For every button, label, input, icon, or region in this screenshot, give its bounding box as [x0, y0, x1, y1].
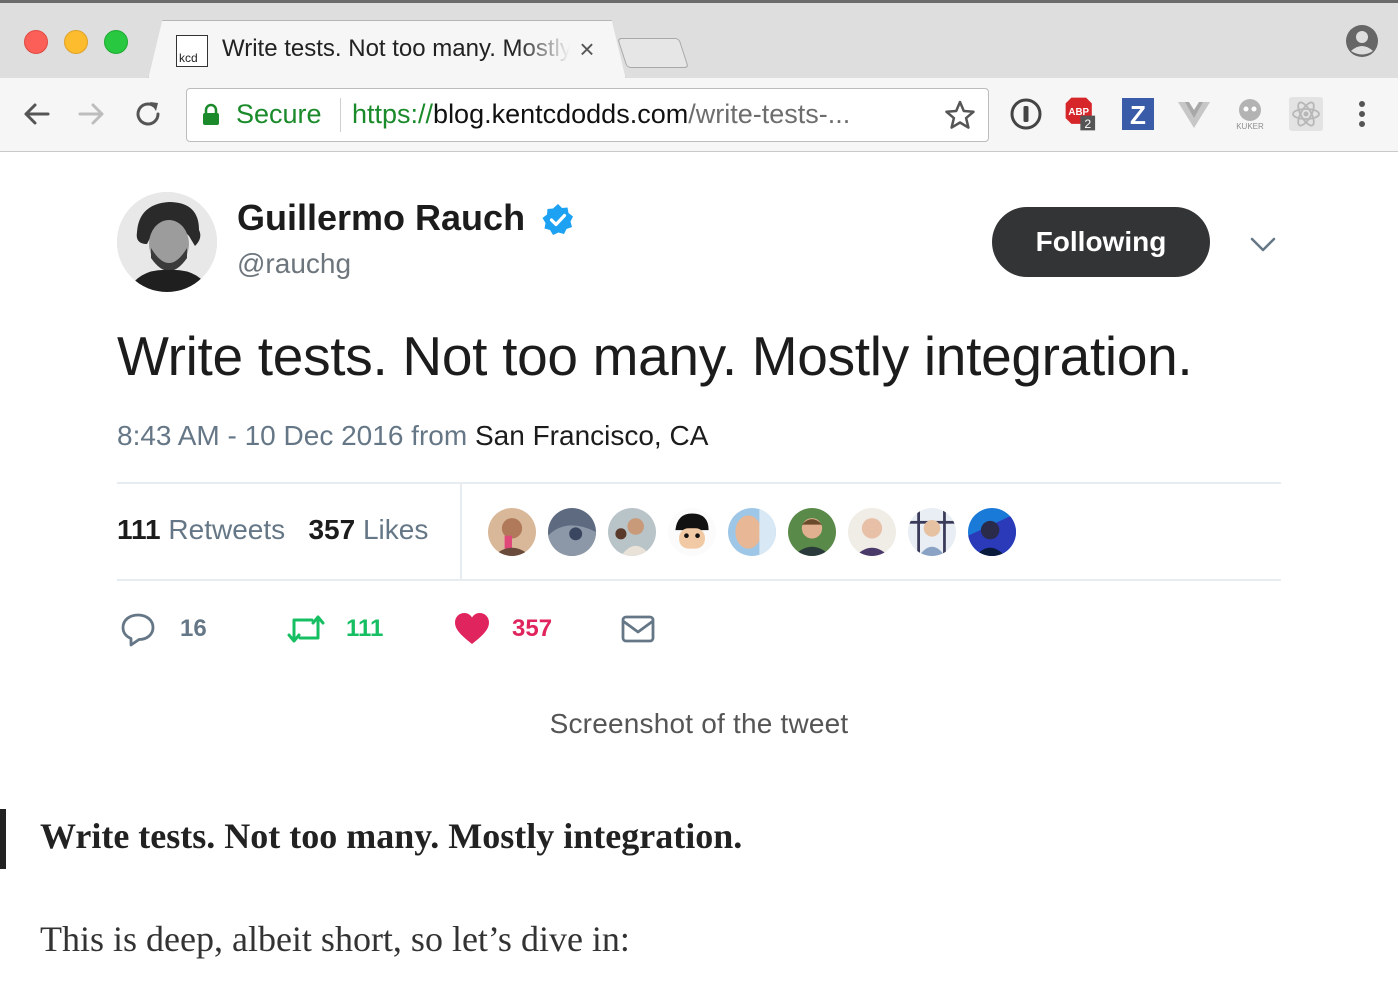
article-paragraph: This is deep, albeit short, so let’s div…: [40, 919, 630, 959]
blockquote-bar: [0, 809, 6, 869]
tweet-location[interactable]: San Francisco, CA: [475, 420, 708, 451]
reply-action[interactable]: 16: [120, 611, 220, 647]
author-name[interactable]: Guillermo Rauch: [237, 197, 525, 239]
liker-avatar[interactable]: [606, 506, 658, 558]
like-count: 357: [512, 615, 553, 642]
reply-icon: [121, 613, 155, 647]
secure-label[interactable]: Secure: [236, 99, 322, 130]
adblock-badge: 2: [1084, 117, 1091, 131]
verified-badge-icon: [542, 204, 573, 235]
retweets-label[interactable]: Retweets: [168, 514, 285, 545]
author-handle[interactable]: @rauchg: [237, 248, 351, 280]
retweet-action[interactable]: 111: [286, 611, 396, 647]
likers-avatars: [486, 506, 1026, 558]
engagement-stats: 111 Retweets 357 Likes: [117, 514, 428, 546]
reply-count: 16: [180, 615, 207, 642]
retweet-icon: [287, 615, 325, 643]
chevron-down-icon[interactable]: [1248, 232, 1278, 256]
url-text[interactable]: https://blog.kentcdodds.com/write-tests-…: [352, 99, 850, 130]
liker-avatar[interactable]: [666, 506, 718, 558]
new-tab-button[interactable]: [617, 38, 689, 68]
forward-arrow-icon[interactable]: [74, 94, 110, 134]
image-caption: Screenshot of the tweet: [549, 708, 849, 739]
heart-icon: [455, 613, 489, 644]
liker-avatar[interactable]: [726, 506, 778, 558]
envelope-icon: [621, 615, 655, 643]
following-button[interactable]: Following: [992, 207, 1210, 277]
liker-avatar[interactable]: [846, 506, 898, 558]
liker-avatar[interactable]: [906, 506, 958, 558]
liker-avatar[interactable]: [966, 506, 1018, 558]
bookmark-star-icon[interactable]: [944, 99, 976, 131]
tab-close-icon[interactable]: ×: [574, 34, 600, 64]
url-path: /write-tests-...: [688, 99, 851, 129]
zotero-label: Z: [1130, 100, 1146, 130]
kcd-favicon-icon: kcd: [176, 35, 208, 67]
tab-title: Write tests. Not too many. Mostly integr…: [222, 35, 570, 62]
omnibox-separator: [340, 98, 341, 132]
window-minimize-button[interactable]: [64, 30, 88, 54]
share-via-email-action[interactable]: [620, 611, 660, 647]
window-maximize-button[interactable]: [104, 30, 128, 54]
vue-devtools-icon[interactable]: [1176, 96, 1212, 132]
reload-icon[interactable]: [130, 94, 166, 134]
divider-vertical: [460, 484, 462, 579]
retweet-count: 111: [346, 615, 384, 642]
profile-icon[interactable]: [1345, 24, 1379, 58]
divider: [117, 482, 1281, 484]
author-avatar[interactable]: [117, 192, 217, 292]
tweet-text: Write tests. Not too many. Mostly integr…: [117, 325, 1193, 387]
kuker-icon[interactable]: KUKER: [1232, 96, 1268, 132]
divider: [117, 579, 1281, 581]
url-scheme: https://: [352, 99, 434, 129]
url-host: blog.kentcdodds.com: [433, 99, 689, 129]
1password-icon[interactable]: [1008, 96, 1044, 132]
browser-menu-icon[interactable]: [1348, 98, 1376, 130]
lock-icon[interactable]: [202, 103, 220, 125]
window-close-button[interactable]: [24, 30, 48, 54]
retweets-count[interactable]: 111: [117, 514, 161, 545]
react-devtools-icon[interactable]: [1288, 96, 1324, 132]
like-action[interactable]: 357: [454, 611, 564, 647]
tweet-timestamp[interactable]: 8:43 AM - 10 Dec 2016 from: [117, 420, 475, 451]
kuker-label: KUKER: [1236, 122, 1264, 131]
zotero-icon[interactable]: Z: [1120, 96, 1156, 132]
likes-count[interactable]: 357: [308, 514, 355, 545]
liker-avatar[interactable]: [786, 506, 838, 558]
adblock-icon[interactable]: ABP 2: [1064, 96, 1100, 132]
tweet-meta: 8:43 AM - 10 Dec 2016 from San Francisco…: [117, 420, 708, 452]
liker-avatar[interactable]: [546, 506, 598, 558]
likes-label[interactable]: Likes: [363, 514, 428, 545]
liker-avatar[interactable]: [486, 506, 538, 558]
blockquote-text: Write tests. Not too many. Mostly integr…: [40, 816, 743, 856]
back-arrow-icon[interactable]: [18, 94, 54, 134]
